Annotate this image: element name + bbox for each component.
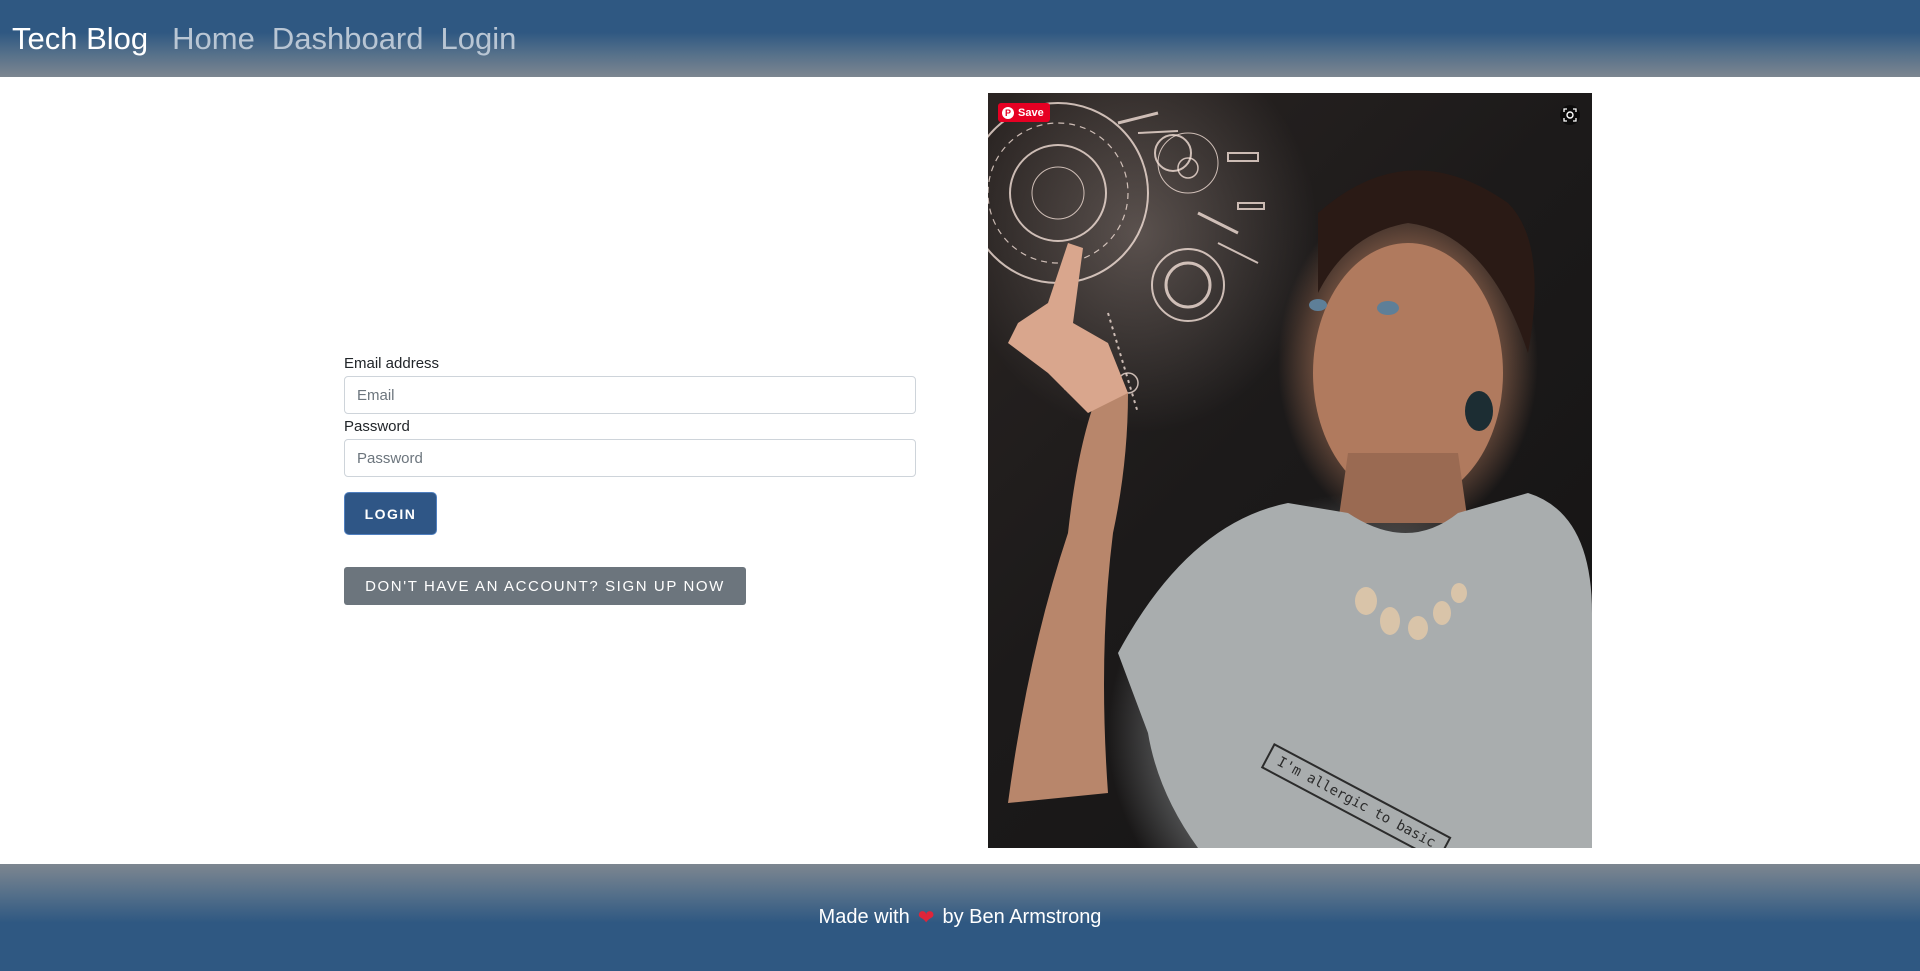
footer-text-after: by Ben Armstrong <box>942 906 1102 928</box>
signup-button[interactable]: DON'T HAVE AN ACCOUNT? SIGN UP NOW <box>344 567 746 605</box>
navbar: Tech Blog Home Dashboard Login <box>0 0 1920 77</box>
visual-search-icon[interactable] <box>1560 105 1580 125</box>
nav-link-dashboard[interactable]: Dashboard <box>272 23 424 54</box>
login-button[interactable]: LOGIN <box>344 492 437 535</box>
password-label: Password <box>344 418 410 435</box>
password-input[interactable] <box>344 439 916 477</box>
email-input[interactable] <box>344 376 916 414</box>
hero-image: P Save I'm allergic to basic <box>988 93 1592 848</box>
brand-link[interactable]: Tech Blog <box>12 23 148 54</box>
pinterest-icon: P <box>1002 106 1014 119</box>
arm-shape <box>1008 393 1128 803</box>
footer-text-before: Made with <box>818 906 910 928</box>
email-label: Email address <box>344 355 440 372</box>
login-form: Email address Password LOGIN DON'T HAVE … <box>344 355 916 605</box>
nav-link-login[interactable]: Login <box>441 23 517 54</box>
hologram-graphic <box>988 102 1265 414</box>
footer: Made with ❤ by Ben Armstrong <box>0 864 1920 971</box>
heart-icon: ❤ <box>917 907 935 929</box>
pinterest-save-button[interactable]: P Save <box>998 103 1050 122</box>
save-label: Save <box>1018 106 1044 119</box>
nav-link-home[interactable]: Home <box>172 23 255 54</box>
hero-illustration <box>988 102 1592 848</box>
